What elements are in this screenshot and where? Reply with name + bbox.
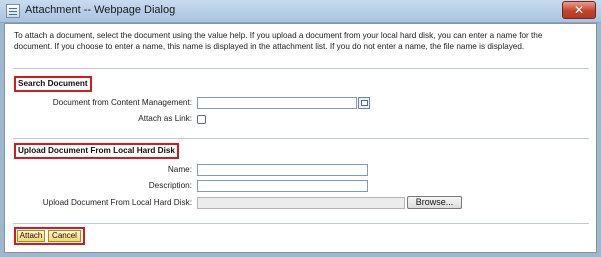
intro-text: To attach a document, select the documen… — [14, 31, 543, 51]
name-label: Name: — [167, 165, 192, 174]
dialog-content: To attach a document, select the documen… — [4, 23, 597, 253]
name-input[interactable] — [197, 164, 368, 176]
separator — [13, 68, 589, 69]
value-help-icon[interactable] — [358, 97, 370, 109]
cancel-button[interactable]: Cancel — [48, 230, 81, 242]
separator — [13, 223, 589, 224]
document-label: Document from Content Management: — [52, 98, 192, 107]
dialog-title: Attachment -- Webpage Dialog — [25, 4, 176, 16]
description-label: Description: — [148, 181, 192, 190]
close-button[interactable]: ✕ — [562, 1, 596, 19]
document-input[interactable] — [197, 97, 357, 109]
description-input[interactable] — [197, 180, 368, 192]
upload-file-path-field[interactable] — [197, 197, 405, 209]
webpage-dialog-icon — [6, 4, 20, 18]
browse-button[interactable]: Browse... — [407, 196, 462, 209]
upload-file-label: Upload Document From Local Hard Disk: — [42, 198, 192, 207]
attach-as-link-checkbox[interactable] — [197, 115, 206, 124]
upload-document-heading: Upload Document From Local Hard Disk — [14, 143, 179, 159]
separator — [13, 138, 589, 139]
search-document-heading: Search Document — [14, 76, 92, 92]
attach-as-link-label: Attach as Link: — [138, 114, 192, 123]
attach-button[interactable]: Attach — [17, 230, 45, 242]
dialog-titlebar: Attachment -- Webpage Dialog ✕ — [0, 0, 601, 23]
